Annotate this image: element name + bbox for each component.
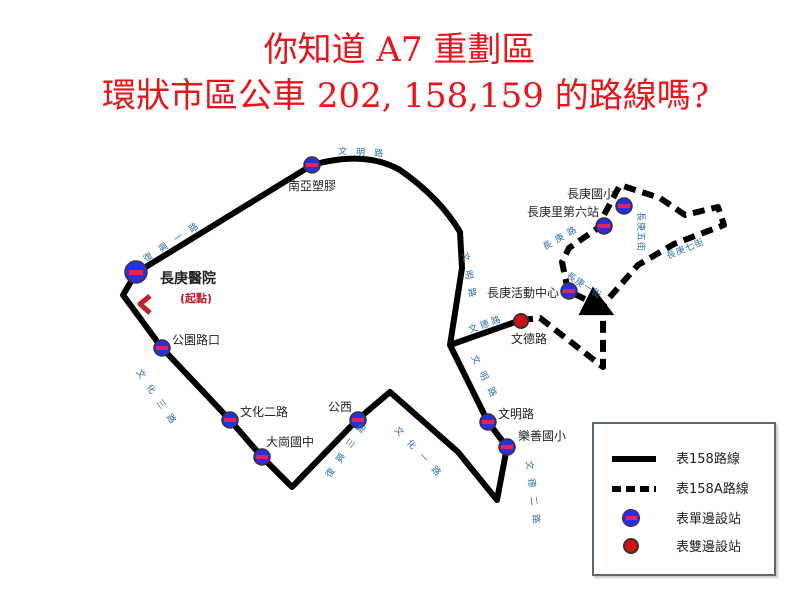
stop-park-road: [153, 339, 171, 357]
legend-box: 表158路線 表158A路線 表單邊設站 表雙邊設站: [592, 422, 776, 576]
road-label-wende-2nd-rd: 文德二路: [523, 460, 544, 533]
solid-line-swatch: [612, 456, 656, 462]
legend-label-single-stop: 表單邊設站: [676, 512, 742, 527]
legend-label-158a: 表158A路線: [676, 482, 749, 497]
road-label-changgeng-rd: 長庚路: [541, 221, 583, 252]
stop-wenhua-2nd-rd: [221, 411, 239, 429]
stop-leshan-elementary: [498, 438, 516, 456]
label-dagang-junior-high: 大崗國中: [266, 434, 314, 449]
label-changgeng-elementary: 長庚國小: [567, 186, 615, 201]
road-label-wenhua-1st-rd: 文化一路: [392, 424, 450, 485]
stop-nanya-plastics: [303, 156, 321, 174]
stop-wende-rd: [513, 313, 529, 329]
label-start-note: (起點): [180, 291, 212, 305]
start-direction-arrow: [137, 294, 152, 315]
legend-row-double-stop: 表雙邊設站: [594, 534, 774, 558]
route-158-line: [120, 155, 510, 503]
single-side-stop-icon: [622, 509, 640, 527]
label-nanya-plastics: 南亞塑膠: [288, 178, 336, 193]
road-label-wenhua-3rd-rd: 文化三路: [134, 367, 184, 433]
label-changgeng-village-6th: 長庚里第六站: [527, 204, 599, 219]
stop-wenming-rd: [479, 413, 497, 431]
legend-label-double-stop: 表雙邊設站: [676, 540, 742, 555]
double-side-stop-icon: [623, 538, 639, 554]
legend-row-158a: 表158A路線: [594, 476, 774, 500]
road-label-fuxing-1st-rd: 復興一路: [141, 215, 208, 264]
label-wenhua-2nd-rd: 文化二路: [240, 404, 288, 419]
legend-row-single-stop: 表單邊設站: [594, 506, 774, 530]
label-gongxi: 公西: [328, 400, 352, 414]
legend-row-158: 表158路線: [594, 446, 774, 470]
stop-dagang-junior-high: [253, 448, 271, 466]
label-park-road: 公園路口: [172, 332, 220, 347]
label-changgung-activity-center: 長庚活動中心: [487, 285, 559, 300]
stop-changgung-hospital: [124, 260, 148, 284]
road-label-changgeng-5th-st: 長庚五街: [635, 212, 647, 252]
stop-changgeng-village-6th: [595, 217, 613, 235]
dashed-line-swatch: [612, 486, 656, 492]
label-leshan-elementary: 樂善國小: [518, 428, 566, 443]
legend-label-158: 表158路線: [676, 452, 740, 467]
label-wende-rd-stop: 文德路: [511, 331, 547, 346]
stop-changgeng-elementary: [615, 197, 633, 215]
label-changgung-hospital: 長庚醫院: [160, 270, 216, 287]
label-wenming-rd: 文明路: [498, 406, 534, 421]
